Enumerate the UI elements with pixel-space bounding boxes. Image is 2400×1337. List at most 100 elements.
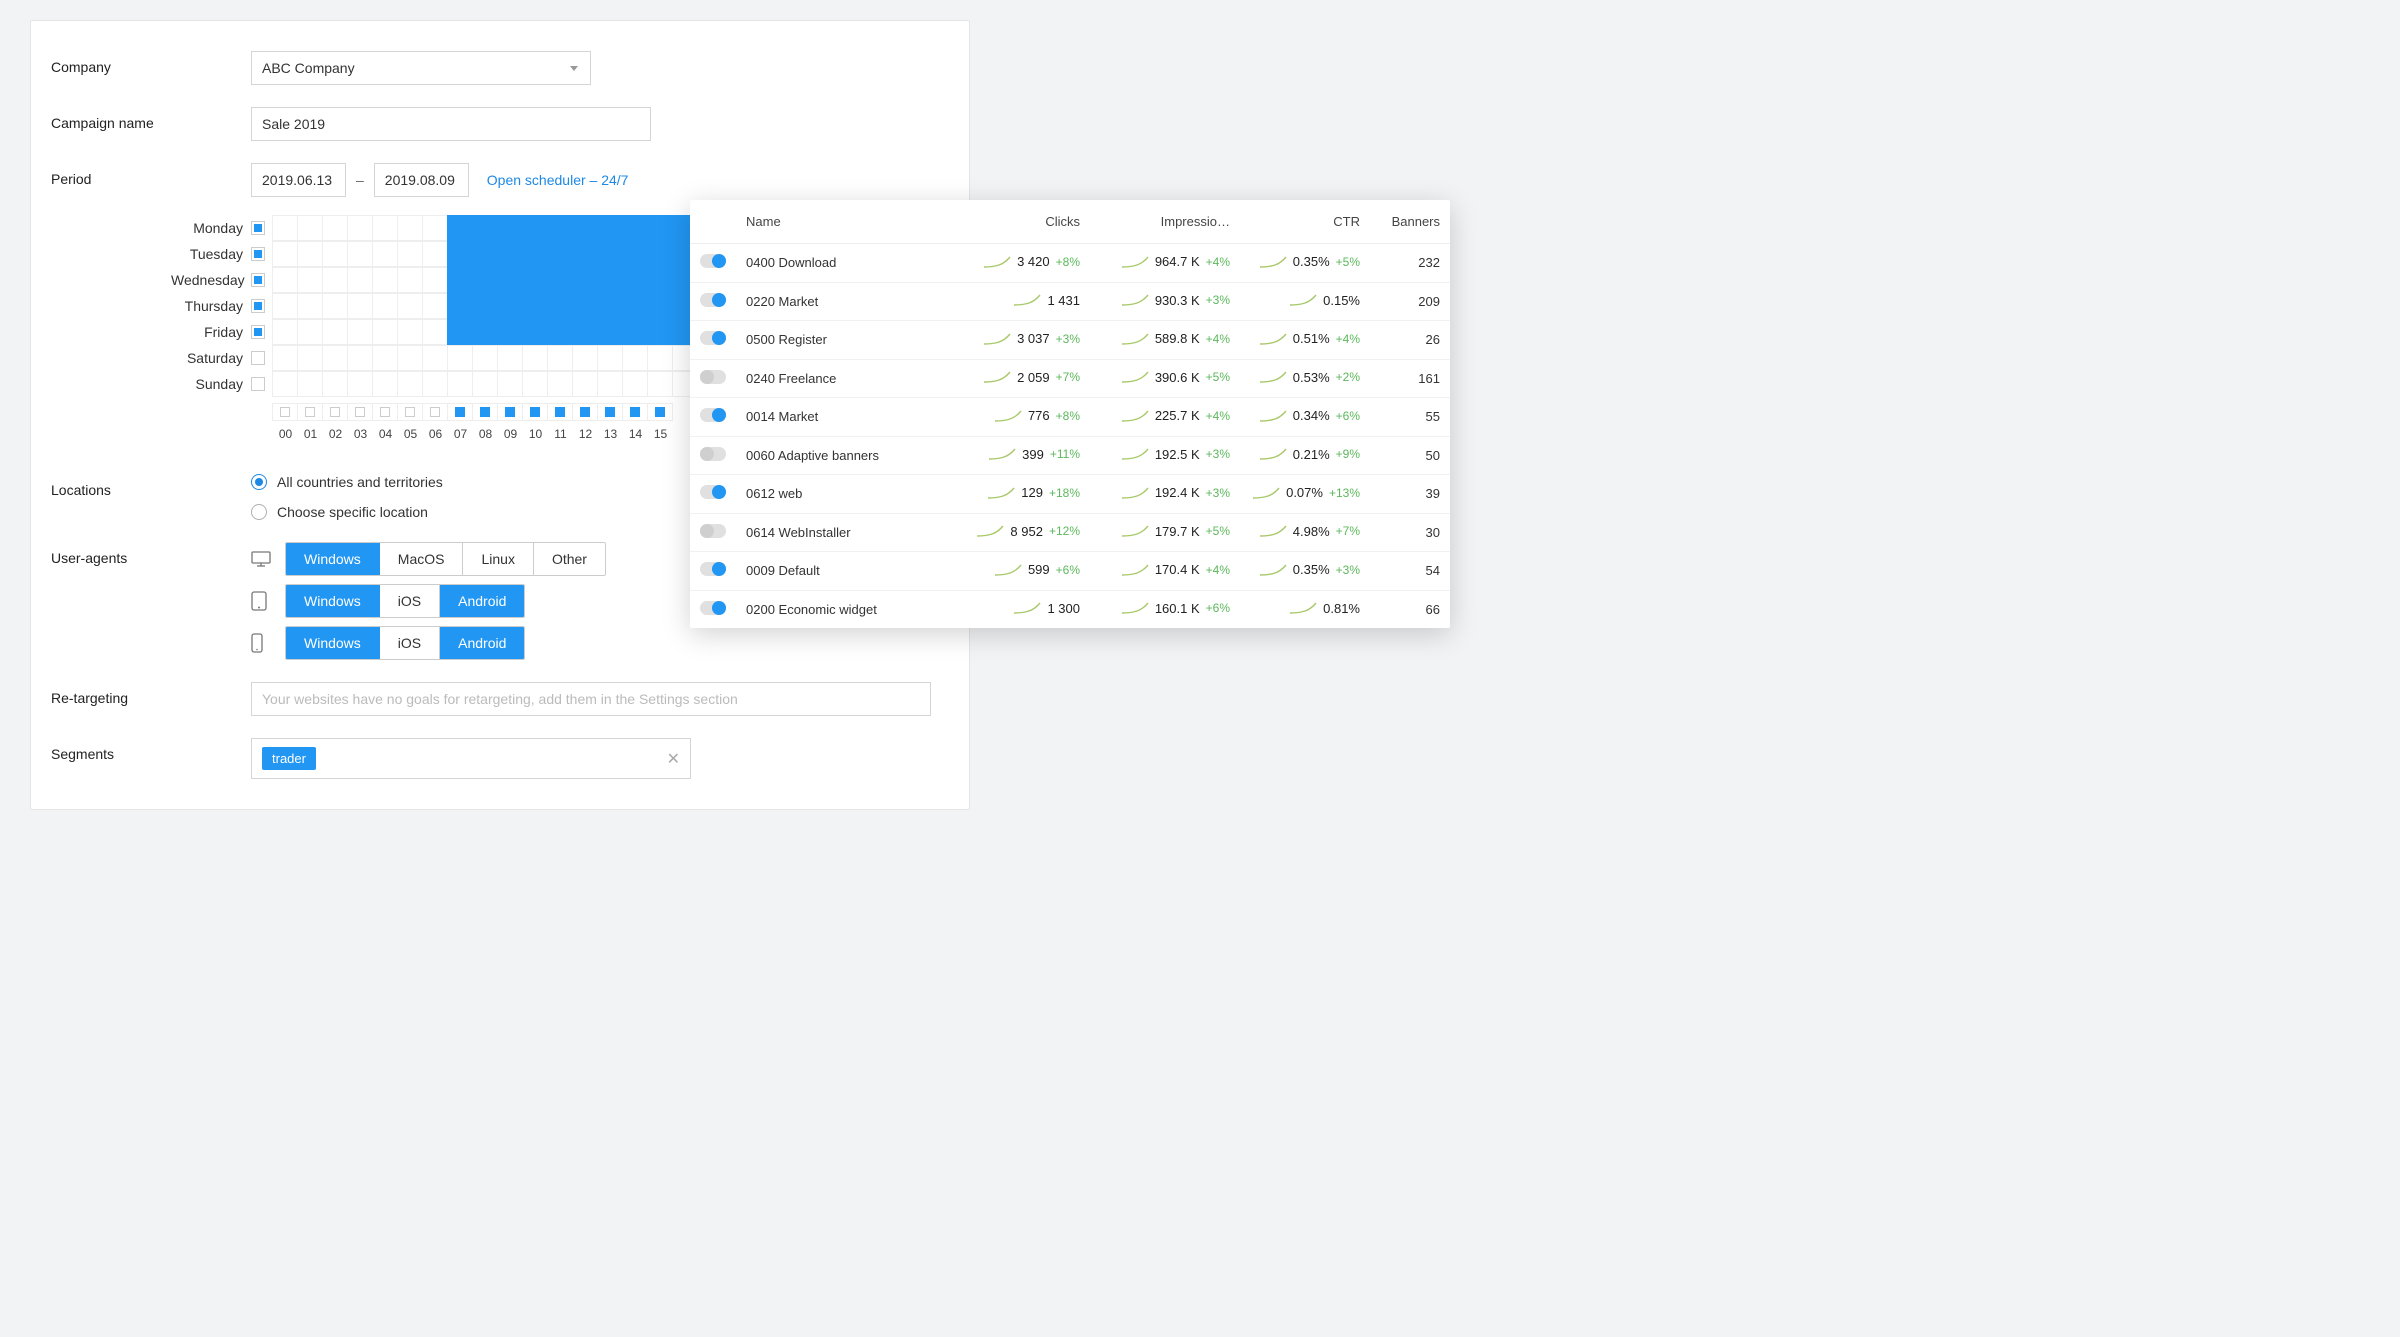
scheduler-cell[interactable] <box>422 345 448 371</box>
row-name[interactable]: 0500 Register <box>736 321 950 360</box>
scheduler-cell[interactable] <box>572 215 598 241</box>
scheduler-cell[interactable] <box>347 267 373 293</box>
ua-desktop-other-button[interactable]: Other <box>534 543 605 575</box>
col-clicks[interactable]: Clicks <box>950 200 1090 244</box>
scheduler-cell[interactable] <box>397 241 423 267</box>
scheduler-cell[interactable] <box>522 241 548 267</box>
scheduler-cell[interactable] <box>422 371 448 397</box>
scheduler-cell[interactable] <box>447 267 473 293</box>
scheduler-hour-checkbox[interactable] <box>497 403 523 421</box>
scheduler-cell[interactable] <box>622 371 648 397</box>
row-name[interactable]: 0200 Economic widget <box>736 590 950 628</box>
scheduler-cell[interactable] <box>497 267 523 293</box>
scheduler-cell[interactable] <box>572 345 598 371</box>
scheduler-cell[interactable] <box>347 215 373 241</box>
scheduler-cell[interactable] <box>522 215 548 241</box>
scheduler-cell[interactable] <box>472 371 498 397</box>
row-toggle[interactable] <box>700 485 726 499</box>
scheduler-cell[interactable] <box>622 241 648 267</box>
scheduler-cell[interactable] <box>422 215 448 241</box>
scheduler-cell[interactable] <box>397 319 423 345</box>
scheduler-cell[interactable] <box>522 345 548 371</box>
scheduler-cell[interactable] <box>372 241 398 267</box>
scheduler-cell[interactable] <box>447 293 473 319</box>
scheduler-cell[interactable] <box>547 215 573 241</box>
scheduler-cell[interactable] <box>297 345 323 371</box>
scheduler-cell[interactable] <box>397 371 423 397</box>
scheduler-cell[interactable] <box>322 319 348 345</box>
row-name[interactable]: 0220 Market <box>736 282 950 321</box>
scheduler-cell[interactable] <box>272 241 298 267</box>
scheduler-hour-checkbox[interactable] <box>272 403 298 421</box>
scheduler-cell[interactable] <box>597 371 623 397</box>
row-toggle[interactable] <box>700 601 726 615</box>
scheduler-cell[interactable] <box>622 319 648 345</box>
scheduler-cell[interactable] <box>547 241 573 267</box>
scheduler-cell[interactable] <box>497 319 523 345</box>
scheduler-cell[interactable] <box>272 319 298 345</box>
scheduler-day-checkbox[interactable] <box>251 351 265 365</box>
scheduler-cell[interactable] <box>547 319 573 345</box>
scheduler-cell[interactable] <box>472 345 498 371</box>
scheduler-day-checkbox[interactable] <box>251 247 265 261</box>
scheduler-cell[interactable] <box>647 345 673 371</box>
scheduler-cell[interactable] <box>322 345 348 371</box>
scheduler-cell[interactable] <box>347 371 373 397</box>
scheduler-cell[interactable] <box>447 371 473 397</box>
scheduler-cell[interactable] <box>272 371 298 397</box>
scheduler-cell[interactable] <box>272 345 298 371</box>
scheduler-cell[interactable] <box>647 267 673 293</box>
row-toggle[interactable] <box>700 447 726 461</box>
scheduler-cell[interactable] <box>347 241 373 267</box>
scheduler-cell[interactable] <box>447 319 473 345</box>
scheduler-cell[interactable] <box>372 371 398 397</box>
row-name[interactable]: 0400 Download <box>736 244 950 283</box>
scheduler-cell[interactable] <box>547 293 573 319</box>
scheduler-cell[interactable] <box>597 293 623 319</box>
row-toggle[interactable] <box>700 331 726 345</box>
retargeting-input[interactable]: Your websites have no goals for retarget… <box>251 682 931 716</box>
scheduler-cell[interactable] <box>497 371 523 397</box>
scheduler-cell[interactable] <box>597 319 623 345</box>
scheduler-cell[interactable] <box>322 215 348 241</box>
scheduler-cell[interactable] <box>422 293 448 319</box>
scheduler-cell[interactable] <box>572 371 598 397</box>
row-toggle[interactable] <box>700 408 726 422</box>
scheduler-cell[interactable] <box>647 293 673 319</box>
scheduler-cell[interactable] <box>272 293 298 319</box>
scheduler-hour-checkbox[interactable] <box>297 403 323 421</box>
scheduler-cell[interactable] <box>372 215 398 241</box>
scheduler-cell[interactable] <box>422 241 448 267</box>
scheduler-cell[interactable] <box>547 345 573 371</box>
scheduler-hour-checkbox[interactable] <box>397 403 423 421</box>
scheduler-hour-checkbox[interactable] <box>447 403 473 421</box>
scheduler-cell[interactable] <box>372 319 398 345</box>
scheduler-cell[interactable] <box>572 267 598 293</box>
scheduler-hour-checkbox[interactable] <box>472 403 498 421</box>
scheduler-cell[interactable] <box>297 215 323 241</box>
scheduler-cell[interactable] <box>622 215 648 241</box>
period-to-input[interactable]: 2019.08.09 <box>374 163 469 197</box>
row-name[interactable]: 0612 web <box>736 475 950 514</box>
row-toggle[interactable] <box>700 293 726 307</box>
col-banners[interactable]: Banners <box>1370 200 1450 244</box>
scheduler-cell[interactable] <box>472 319 498 345</box>
scheduler-cell[interactable] <box>647 319 673 345</box>
col-name[interactable]: Name <box>736 200 950 244</box>
scheduler-cell[interactable] <box>522 267 548 293</box>
scheduler-cell[interactable] <box>272 267 298 293</box>
scheduler-hour-checkbox[interactable] <box>347 403 373 421</box>
period-from-input[interactable]: 2019.06.13 <box>251 163 346 197</box>
scheduler-cell[interactable] <box>622 293 648 319</box>
scheduler-cell[interactable] <box>597 215 623 241</box>
scheduler-cell[interactable] <box>497 241 523 267</box>
scheduler-cell[interactable] <box>572 293 598 319</box>
scheduler-day-checkbox[interactable] <box>251 299 265 313</box>
scheduler-cell[interactable] <box>397 267 423 293</box>
scheduler-hour-checkbox[interactable] <box>322 403 348 421</box>
scheduler-cell[interactable] <box>422 319 448 345</box>
scheduler-cell[interactable] <box>322 371 348 397</box>
scheduler-cell[interactable] <box>297 371 323 397</box>
ua-desktop-linux-button[interactable]: Linux <box>463 543 533 575</box>
row-toggle[interactable] <box>700 524 726 538</box>
